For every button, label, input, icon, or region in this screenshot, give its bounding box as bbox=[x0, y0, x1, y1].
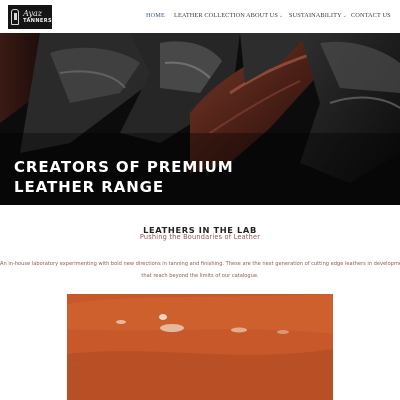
nav-item-about-us[interactable]: ABOUT US⌄ bbox=[246, 12, 283, 19]
leather-texture bbox=[67, 294, 333, 400]
nav-item-label: CONTACT US bbox=[351, 12, 391, 19]
nav-item-home[interactable]: HOME bbox=[146, 12, 165, 19]
site-header: Ayaz TANNERS HOME LEATHER COLLECTION ABO… bbox=[0, 0, 400, 33]
nav-item-leather-collection[interactable]: LEATHER COLLECTION bbox=[174, 12, 245, 19]
description-line: An in-house laboratory experimenting wit… bbox=[0, 261, 400, 267]
hero-banner: CREATORS OF PREMIUM LEATHER RANGE bbox=[0, 33, 400, 205]
hero-title: CREATORS OF PREMIUM LEATHER RANGE bbox=[14, 158, 234, 196]
section-subtitle: Pushing the Boundaries of Leather bbox=[139, 233, 261, 241]
nav-item-label: HOME bbox=[146, 12, 165, 19]
water-droplet bbox=[231, 327, 247, 333]
water-droplet bbox=[160, 324, 184, 332]
water-droplet bbox=[159, 314, 167, 320]
chevron-down-icon: ⌄ bbox=[342, 14, 347, 19]
water-droplet bbox=[116, 320, 126, 324]
nav-item-sustainability[interactable]: SUSTAINABILITY⌄ bbox=[289, 12, 347, 19]
nav-item-label: SUSTAINABILITY bbox=[289, 12, 342, 19]
orange-leather-image bbox=[67, 294, 333, 400]
water-droplet bbox=[277, 330, 289, 334]
section-description: An in-house laboratory experimenting wit… bbox=[0, 258, 400, 282]
nav-item-label: LEATHER COLLECTION bbox=[174, 12, 245, 19]
chevron-down-icon: ⌄ bbox=[279, 14, 284, 19]
main-navigation: HOME LEATHER COLLECTION ABOUT US⌄ SUSTAI… bbox=[0, 12, 400, 22]
nav-item-contact-us[interactable]: CONTACT US bbox=[351, 12, 391, 19]
nav-item-label: ABOUT US bbox=[246, 12, 278, 19]
description-line: that reach beyond the limits of our cata… bbox=[141, 273, 259, 279]
